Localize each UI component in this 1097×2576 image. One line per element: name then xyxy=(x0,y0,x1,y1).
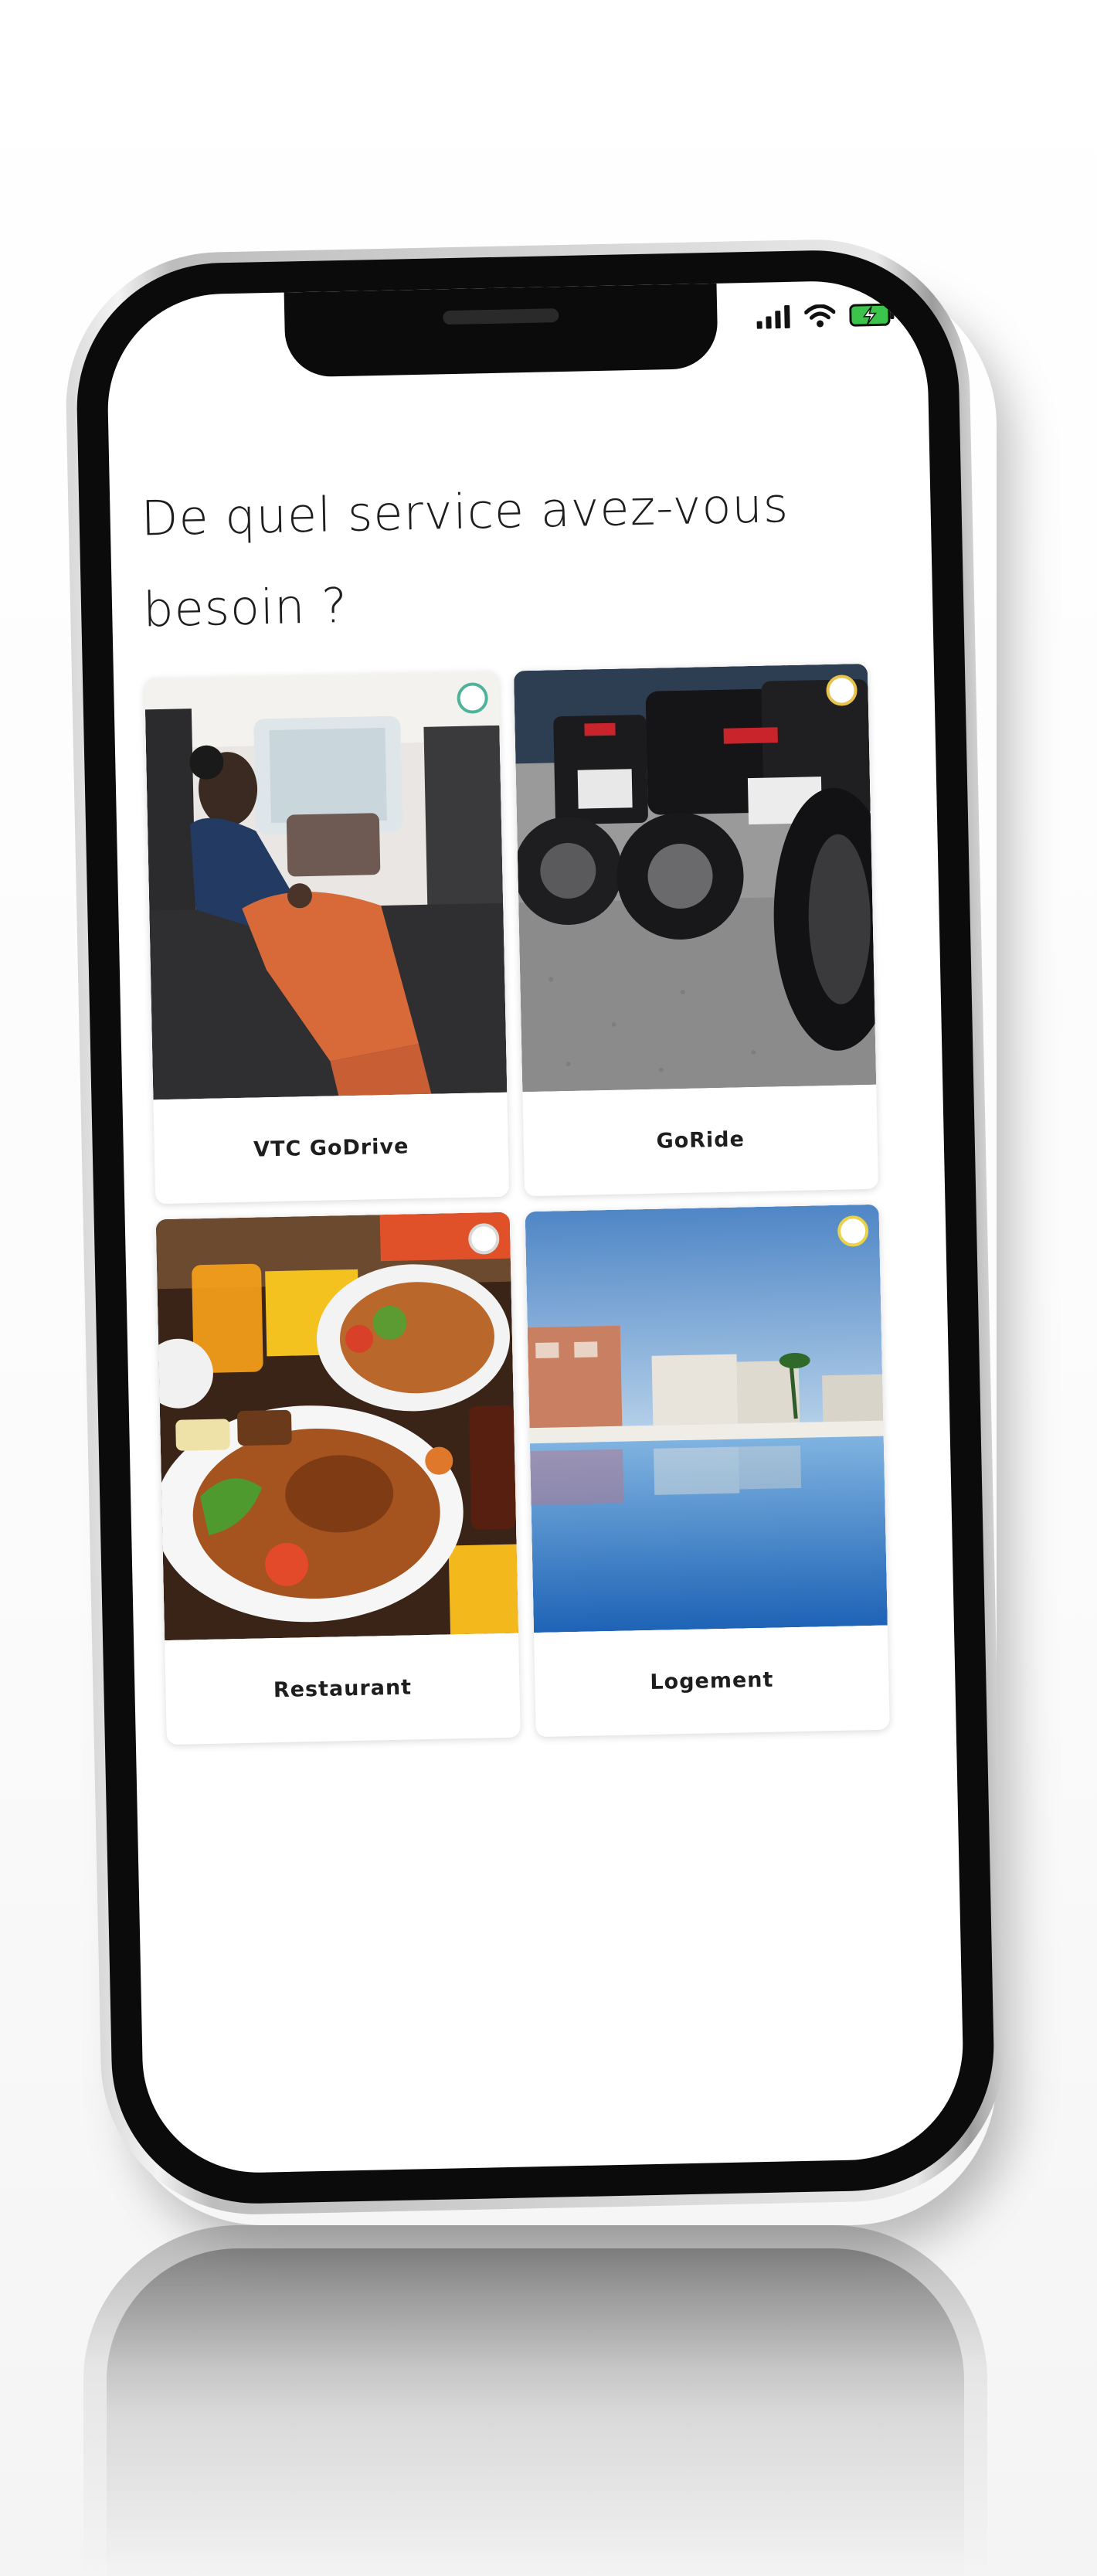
phone-frame: De quel service avez-vous besoin ? VTC G… xyxy=(63,236,1008,2217)
notch xyxy=(284,283,718,378)
cellular-signal-icon xyxy=(756,304,790,329)
parked-motorcycles-photo xyxy=(513,663,877,1093)
service-label-logement: Logement xyxy=(650,1667,774,1695)
resort-pool-photo xyxy=(525,1204,888,1633)
page-title: De quel service avez-vous besoin ? xyxy=(140,476,790,638)
service-grid: VTC GoDrive GoRide Restaurant Logement xyxy=(144,662,947,1745)
battery-charging-icon xyxy=(849,303,895,327)
wifi-icon xyxy=(804,304,836,328)
woman-in-car-backseat-photo xyxy=(144,671,508,1100)
service-card-vtc-godrive[interactable]: VTC GoDrive xyxy=(144,671,510,1205)
main-content: De quel service avez-vous besoin ? VTC G… xyxy=(140,457,946,1745)
service-label-restaurant: Restaurant xyxy=(273,1675,413,1703)
service-label-vtc-godrive: VTC GoDrive xyxy=(253,1134,409,1162)
speaker-grille xyxy=(443,308,559,325)
service-card-goride[interactable]: GoRide xyxy=(513,663,879,1197)
service-label-goride: GoRide xyxy=(656,1127,745,1154)
status-bar xyxy=(756,303,896,329)
phone-screen: De quel service avez-vous besoin ? VTC G… xyxy=(105,279,966,2175)
phone-reflection-inner xyxy=(107,2248,964,2576)
grilled-chicken-meal-photo xyxy=(155,1212,519,1641)
phone-reflection xyxy=(83,2225,987,2576)
service-card-logement[interactable]: Logement xyxy=(525,1204,890,1738)
phone-bezel: De quel service avez-vous besoin ? VTC G… xyxy=(73,247,997,2207)
mockup-stage: De quel service avez-vous besoin ? VTC G… xyxy=(0,0,1097,2576)
service-card-restaurant[interactable]: Restaurant xyxy=(155,1212,521,1745)
